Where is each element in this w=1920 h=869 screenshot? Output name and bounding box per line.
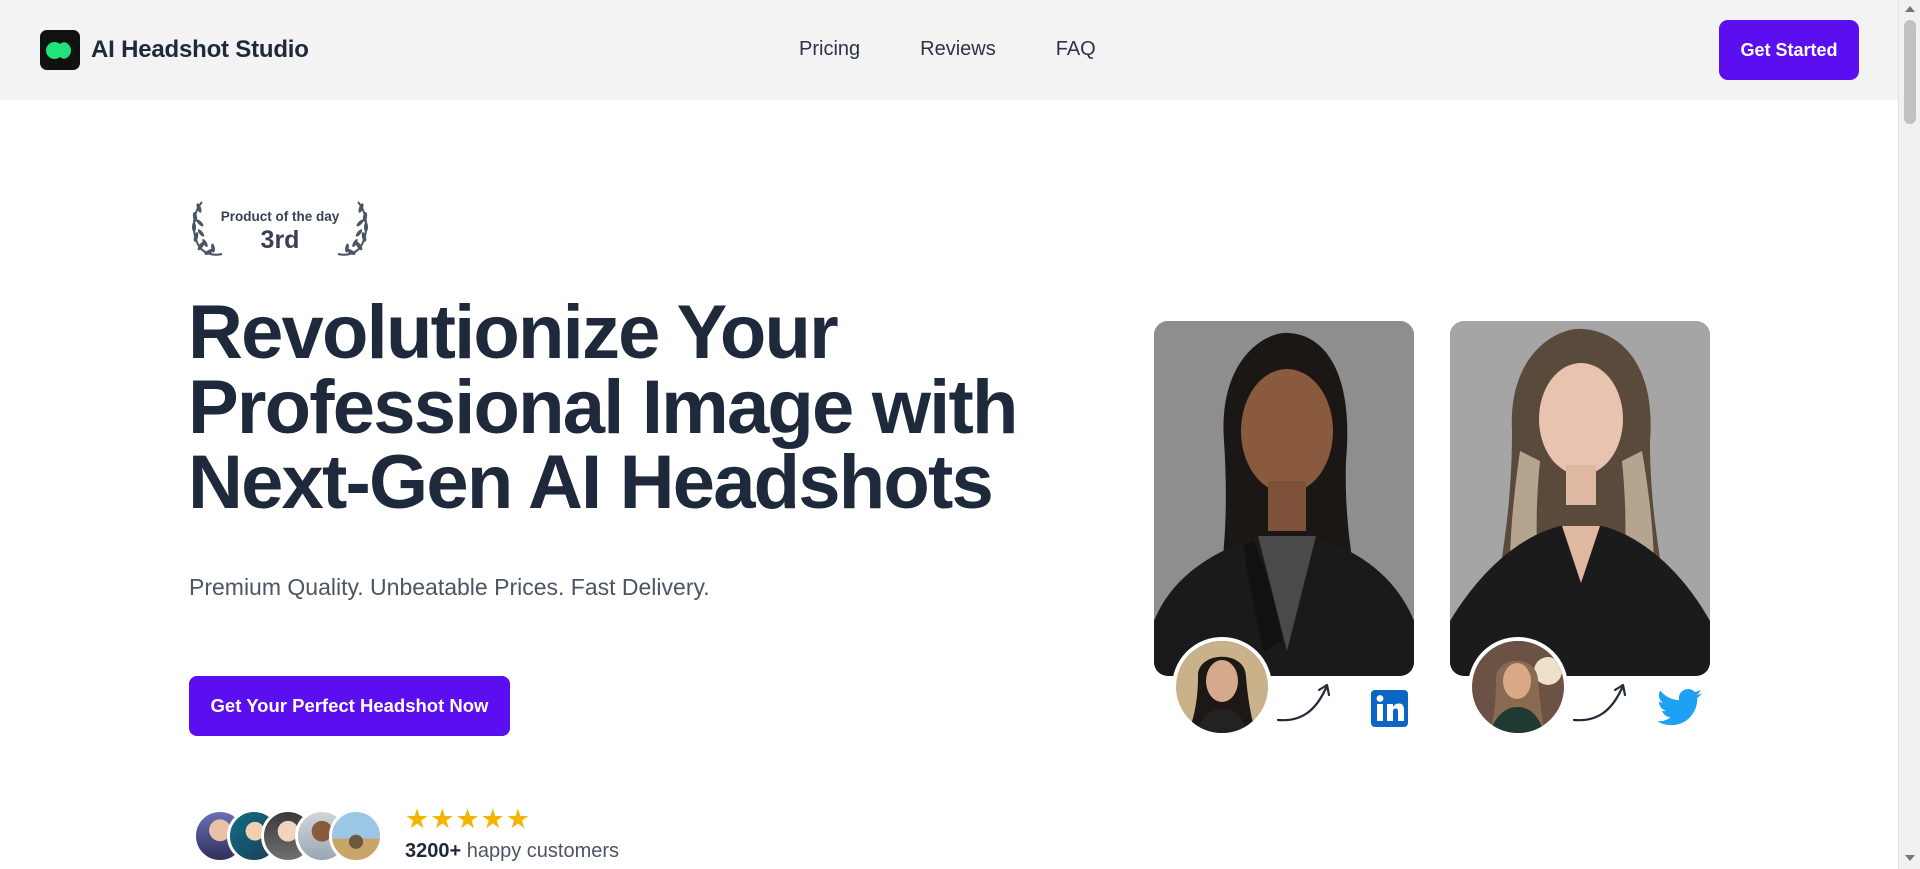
scroll-up-icon[interactable]	[1905, 6, 1915, 12]
product-of-the-day-badge: Product of the day 3rd	[188, 198, 372, 258]
hero-title-line-2: Professional Image with	[188, 365, 1018, 450]
page: AI Headshot Studio Pricing Reviews FAQ G…	[0, 0, 1920, 869]
linkedin-icon	[1371, 690, 1408, 727]
star-icon: ★	[455, 804, 480, 834]
star-icon: ★	[480, 804, 505, 834]
get-started-button[interactable]: Get Started	[1719, 20, 1859, 80]
avatar	[329, 809, 383, 863]
star-icon: ★	[430, 804, 455, 834]
badge-label: Product of the day	[220, 209, 340, 224]
arrow-icon	[1572, 683, 1627, 722]
hero-title-line-3: Next-Gen AI Headshots	[188, 440, 994, 525]
scroll-down-icon[interactable]	[1905, 855, 1915, 861]
customer-count: 3200+	[405, 840, 462, 862]
page-scrollbar[interactable]	[1898, 0, 1920, 869]
nav-link-reviews[interactable]: Reviews	[920, 38, 996, 61]
hero-title: Revolutionize Your Professional Image wi…	[188, 290, 1088, 525]
site-header: AI Headshot Studio Pricing Reviews FAQ G…	[0, 0, 1898, 100]
hero-title-line-1: Revolutionize Your	[188, 290, 839, 375]
selfie-photo-2	[1468, 637, 1568, 737]
customer-count-text: 3200+ happy customers	[405, 840, 619, 863]
headshot-example-2	[1450, 321, 1710, 676]
selfie-photo-1	[1172, 637, 1272, 737]
star-icon: ★	[405, 804, 430, 834]
headshot-photo-2	[1450, 321, 1710, 676]
nav-link-faq[interactable]: FAQ	[1056, 38, 1096, 61]
headshot-photo-1	[1154, 321, 1414, 676]
nav-link-pricing[interactable]: Pricing	[799, 38, 860, 61]
rating-stars: ★ ★ ★ ★ ★	[405, 806, 531, 833]
brand-logo-icon	[40, 30, 80, 70]
twitter-icon	[1657, 689, 1703, 726]
badge-rank: 3rd	[260, 226, 300, 254]
star-icon: ★	[505, 804, 531, 834]
hero-subtitle: Premium Quality. Unbeatable Prices. Fast…	[189, 574, 710, 600]
main-nav: Pricing Reviews FAQ	[799, 38, 1156, 61]
brand-name: AI Headshot Studio	[91, 36, 309, 63]
arrow-icon	[1276, 683, 1331, 722]
customer-label: happy customers	[466, 840, 620, 862]
scrollbar-thumb[interactable]	[1904, 20, 1916, 124]
get-headshot-button[interactable]: Get Your Perfect Headshot Now	[189, 676, 510, 736]
brand[interactable]: AI Headshot Studio	[40, 30, 309, 70]
headshot-example-1	[1154, 321, 1414, 676]
